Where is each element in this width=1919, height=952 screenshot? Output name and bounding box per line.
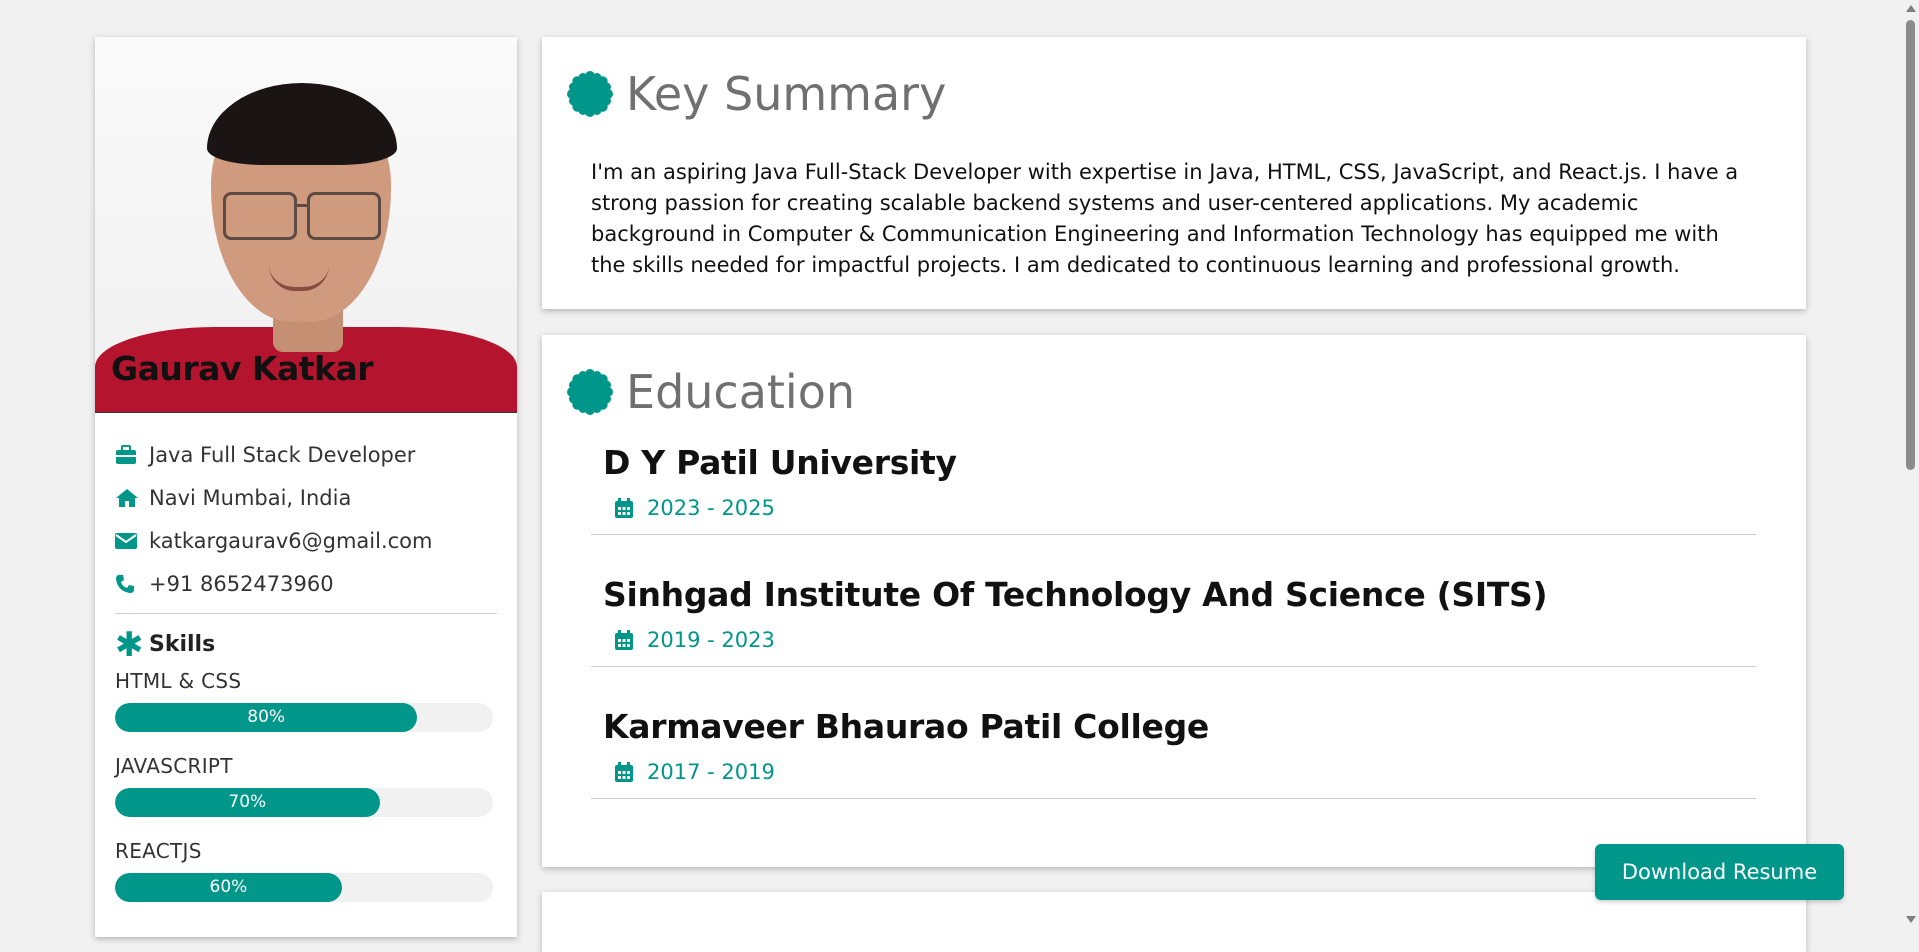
education-dates: 2017 - 2019 (591, 760, 1756, 784)
contact-email: katkargaurav6@gmail.com (115, 519, 497, 562)
education-item: Sinhgad Institute Of Technology And Scie… (591, 575, 1756, 667)
job-title: Java Full Stack Developer (149, 442, 416, 467)
resume-layout: Gaurav Katkar Java Full Stack Developer … (95, 37, 1807, 952)
skills-heading: ✱ Skills (115, 624, 216, 665)
profile-name: Gaurav Katkar (111, 349, 374, 388)
certificate-icon (566, 70, 614, 118)
summary-text: I'm an aspiring Java Full-Stack Develope… (591, 160, 1739, 277)
school-name: Karmaveer Bhaurao Patil College (603, 707, 1209, 746)
profile-sidebar: Gaurav Katkar Java Full Stack Developer … (95, 37, 517, 937)
contact-title: Java Full Stack Developer (115, 433, 497, 476)
education-section: Education D Y Patil University 2023 - 20… (542, 335, 1806, 867)
page-scrollbar[interactable] (1902, 0, 1919, 928)
calendar-icon (615, 762, 647, 782)
skill-progress-bar: 70% (115, 788, 493, 817)
asterisk-icon: ✱ (115, 624, 144, 665)
skill-progress-bar: 60% (115, 873, 493, 902)
skill-item: JAVASCRIPT 70% (115, 754, 497, 817)
skill-progress-fill: 60% (115, 873, 342, 902)
sidebar-divider (115, 613, 497, 614)
skill-item: HTML & CSS 80% (115, 669, 497, 732)
education-item: D Y Patil University 2023 - 2025 (591, 443, 1756, 535)
certificate-icon (566, 368, 614, 416)
skill-item: REACTJS 60% (115, 839, 497, 902)
contact-phone: +91 8652473960 (115, 562, 497, 605)
contact-info: Java Full Stack Developer Navi Mumbai, I… (95, 413, 517, 902)
summary-section: Key Summary I'm an aspiring Java Full-St… (542, 37, 1806, 309)
phone-icon (115, 574, 149, 594)
education-dates: 2023 - 2025 (591, 496, 1756, 520)
home-icon (115, 488, 149, 508)
calendar-icon (615, 630, 647, 650)
school-name: Sinhgad Institute Of Technology And Scie… (603, 575, 1548, 614)
scrollbar-thumb[interactable] (1906, 20, 1915, 470)
profile-photo: Gaurav Katkar (95, 37, 517, 413)
envelope-icon (115, 532, 149, 549)
section-heading: Education (542, 335, 1806, 419)
education-list: D Y Patil University 2023 - 2025 Sinhgad… (542, 443, 1806, 799)
email-link[interactable]: katkargaurav6@gmail.com (149, 529, 432, 553)
skill-progress-fill: 80% (115, 703, 418, 732)
skill-progress-bar: 80% (115, 703, 493, 732)
education-dates: 2019 - 2023 (591, 628, 1756, 652)
next-section (542, 892, 1806, 952)
skill-progress-fill: 70% (115, 788, 380, 817)
skill-name: REACTJS (115, 839, 202, 863)
education-title: Education (626, 365, 856, 419)
calendar-icon (615, 498, 647, 518)
scroll-up-icon[interactable] (1906, 5, 1916, 12)
summary-title: Key Summary (626, 67, 947, 121)
contact-location: Navi Mumbai, India (115, 476, 497, 519)
location-text: Navi Mumbai, India (149, 485, 352, 510)
briefcase-icon (115, 444, 149, 465)
school-name: D Y Patil University (603, 443, 957, 482)
skill-name: JAVASCRIPT (115, 754, 233, 778)
section-heading: Key Summary (542, 37, 1806, 121)
scroll-down-icon[interactable] (1906, 916, 1916, 923)
phone-text: +91 8652473960 (149, 571, 334, 596)
download-resume-button[interactable]: Download Resume (1595, 844, 1844, 900)
skill-name: HTML & CSS (115, 669, 242, 693)
education-item: Karmaveer Bhaurao Patil College 2017 - 2… (591, 707, 1756, 799)
